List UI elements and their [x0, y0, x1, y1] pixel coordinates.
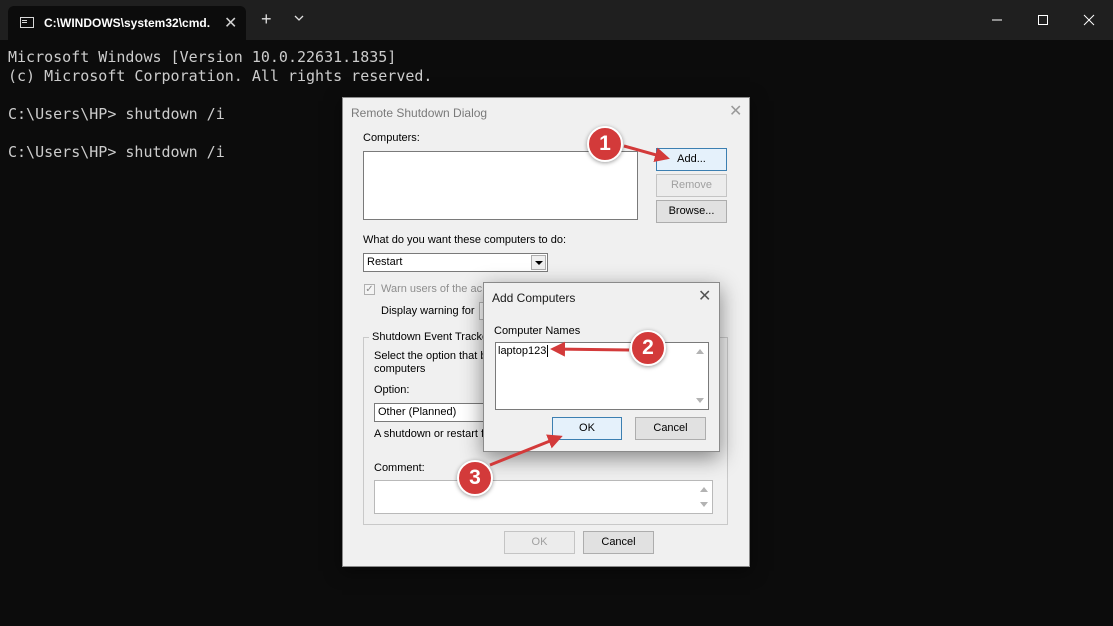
step-1-badge: 1 [587, 126, 623, 162]
step-3-badge: 3 [457, 460, 493, 496]
computer-names-field[interactable]: laptop123 [495, 342, 709, 410]
close-icon[interactable]: ✕ [729, 104, 742, 120]
action-selected-value: Restart [367, 256, 403, 268]
remove-button[interactable]: Remove [656, 174, 727, 197]
action-question-label: What do you want these computers to do: [363, 234, 567, 246]
add-ok-button[interactable]: OK [552, 417, 622, 440]
cmd-icon [20, 17, 34, 28]
computer-names-value: laptop123 [498, 345, 549, 357]
tracker-instruction-line2: computers [374, 363, 426, 375]
add-cancel-button[interactable]: Cancel [635, 417, 706, 440]
option-select[interactable]: Other (Planned) [374, 403, 486, 422]
option-description: A shutdown or restart fo [374, 428, 491, 440]
terminal-title-bar: C:\WINDOWS\system32\cmd. ✕ + [0, 0, 1113, 40]
cancel-button[interactable]: Cancel [583, 531, 654, 554]
tab-title: C:\WINDOWS\system32\cmd. [44, 16, 211, 30]
warn-users-checkbox[interactable]: ✓ [364, 284, 375, 295]
computer-names-label: Computer Names [494, 325, 581, 337]
warn-users-label: Warn users of the ac [381, 283, 483, 295]
add-dialog-title: Add Computers [492, 291, 576, 305]
tracker-instruction-line1: Select the option that b [374, 350, 487, 362]
step-2-badge: 2 [630, 330, 666, 366]
close-window-button[interactable] [1066, 0, 1112, 40]
chevron-down-icon[interactable] [531, 255, 546, 270]
new-tab-button[interactable]: + [261, 10, 272, 28]
tracker-group-label: Shutdown Event Tracke [369, 331, 492, 343]
option-selected-value: Other (Planned) [378, 406, 457, 418]
add-button[interactable]: Add... [656, 148, 727, 171]
option-label: Option: [374, 384, 410, 396]
terminal-tab[interactable]: C:\WINDOWS\system32\cmd. ✕ [8, 6, 246, 40]
tab-close-icon[interactable]: ✕ [224, 13, 237, 33]
comment-scrollbar[interactable] [697, 481, 712, 513]
names-scrollbar[interactable] [693, 343, 708, 409]
close-icon[interactable]: ✕ [698, 289, 711, 305]
comment-field[interactable] [374, 480, 713, 514]
scroll-up-icon[interactable] [700, 487, 708, 492]
minimize-button[interactable] [974, 0, 1020, 40]
maximize-button[interactable] [1020, 0, 1066, 40]
terminal-line: (c) Microsoft Corporation. All rights re… [8, 67, 433, 85]
dialog-title: Remote Shutdown Dialog [351, 106, 488, 120]
add-computers-dialog: Add Computers ✕ Computer Names laptop123… [483, 282, 720, 452]
scroll-down-icon[interactable] [700, 502, 708, 507]
computers-list[interactable] [363, 151, 638, 220]
scroll-up-icon[interactable] [696, 349, 704, 354]
action-select[interactable]: Restart [363, 253, 548, 272]
comment-label: Comment: [374, 462, 425, 474]
terminal-line: Microsoft Windows [Version 10.0.22631.18… [8, 48, 397, 66]
computers-label: Computers: [363, 132, 420, 144]
browse-button[interactable]: Browse... [656, 200, 727, 223]
chevron-down-icon[interactable] [292, 11, 306, 25]
scroll-down-icon[interactable] [696, 398, 704, 403]
display-warning-label: Display warning for [381, 305, 475, 317]
ok-button[interactable]: OK [504, 531, 575, 554]
